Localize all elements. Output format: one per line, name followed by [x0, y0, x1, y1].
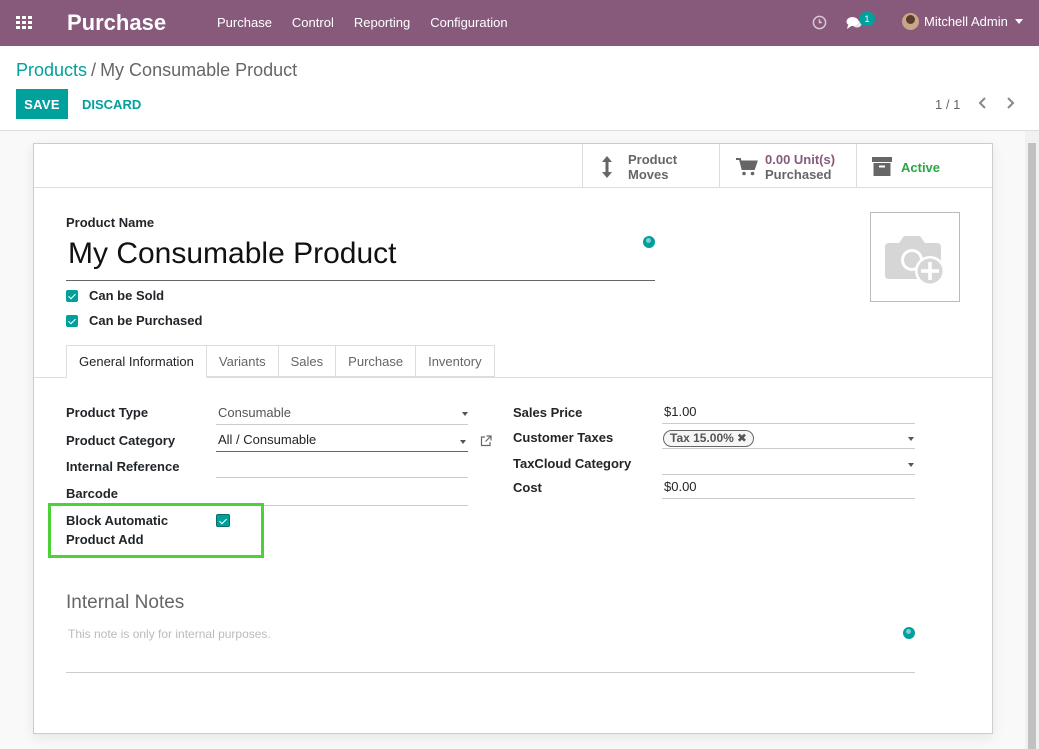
smart-button-box: Product Moves 0.00 Unit(s) Purchased Act…: [34, 144, 992, 188]
form-tabs: General Information Variants Sales Purch…: [66, 345, 495, 378]
app-title: Purchase: [67, 10, 167, 35]
top-navbar: Purchase Purchase Control Reporting Conf…: [0, 0, 1039, 46]
sales-price-label: Sales Price: [513, 405, 583, 420]
product-name-label: Product Name: [66, 215, 155, 230]
purchased-value: 0.00 Unit(s): [765, 152, 836, 167]
breadcrumb-separator: /: [91, 60, 97, 80]
active-status-label: Active: [901, 160, 941, 175]
main-menu: Purchase Control Reporting Configuration: [207, 0, 518, 46]
camera-add-icon: [885, 236, 945, 286]
user-name: Mitchell Admin: [924, 14, 1008, 29]
notes-translate-globe-icon[interactable]: [903, 627, 915, 639]
tax-tag-label: Tax 15.00%: [670, 431, 734, 445]
tab-sales[interactable]: Sales: [278, 345, 337, 377]
product-category-dropdown-icon[interactable]: [460, 440, 466, 444]
chevron-down-icon: [1014, 19, 1023, 24]
product-name-input[interactable]: My Consumable Product: [66, 233, 655, 281]
chevron-right-icon: [1007, 97, 1015, 109]
active-toggle-button[interactable]: Active: [856, 144, 992, 188]
discard-button[interactable]: DISCARD: [74, 89, 149, 119]
product-type-select[interactable]: Consumable: [216, 403, 468, 425]
internal-reference-input[interactable]: [216, 456, 468, 478]
customer-taxes-dropdown-icon[interactable]: [908, 437, 914, 441]
product-moves-line1: Product: [628, 152, 678, 167]
tab-general-information[interactable]: General Information: [66, 345, 207, 378]
breadcrumb-products-link[interactable]: Products: [16, 60, 87, 80]
messages-count-badge: 1: [859, 12, 875, 26]
can-be-purchased-checkbox[interactable]: [66, 315, 78, 327]
menu-configuration[interactable]: Configuration: [420, 0, 517, 46]
product-image-upload[interactable]: [870, 212, 960, 302]
internal-notes-input[interactable]: This note is only for internal purposes.: [68, 627, 271, 641]
cost-label: Cost: [513, 480, 542, 495]
archive-box-icon: [872, 157, 892, 176]
product-category-select[interactable]: All / Consumable: [216, 430, 468, 452]
internal-notes-underline: [66, 672, 915, 673]
customer-taxes-label: Customer Taxes: [513, 430, 614, 445]
taxcloud-category-label: TaxCloud Category: [513, 456, 632, 471]
product-moves-line2: Moves: [628, 167, 669, 182]
product-category-label: Product Category: [66, 433, 176, 448]
product-type-label: Product Type: [66, 405, 149, 420]
taxcloud-category-select[interactable]: [662, 453, 915, 475]
translate-globe-icon[interactable]: [643, 236, 655, 248]
can-be-sold-label[interactable]: Can be Sold: [89, 288, 164, 303]
chevron-left-icon: [978, 97, 986, 109]
purchased-button[interactable]: 0.00 Unit(s) Purchased: [719, 144, 856, 188]
control-panel: Products / My Consumable Product SAVE DISC…: [0, 46, 1039, 131]
internal-reference-label: Internal Reference: [66, 459, 180, 474]
activity-clock-icon[interactable]: [812, 15, 827, 30]
purchased-label: Purchased: [765, 167, 832, 182]
save-button[interactable]: SAVE: [16, 89, 68, 119]
product-moves-button[interactable]: Product Moves: [582, 144, 719, 188]
highlight-annotation: [48, 503, 264, 558]
external-link-icon[interactable]: [480, 435, 492, 447]
cost-input[interactable]: $0.00: [662, 477, 915, 499]
user-menu[interactable]: Mitchell Admin: [902, 13, 1023, 30]
apps-grid-icon[interactable]: [16, 16, 33, 30]
tab-purchase[interactable]: Purchase: [336, 345, 417, 377]
avatar: [902, 13, 919, 30]
shopping-cart-icon: [736, 158, 758, 176]
can-be-sold-checkbox[interactable]: [66, 290, 78, 302]
menu-reporting[interactable]: Reporting: [344, 0, 420, 46]
menu-control[interactable]: Control: [282, 0, 344, 46]
tab-variants[interactable]: Variants: [206, 345, 279, 377]
tab-inventory[interactable]: Inventory: [416, 345, 495, 377]
breadcrumb: Products / My Consumable Product: [16, 60, 297, 81]
pager-value: 1 / 1: [935, 97, 961, 112]
taxcloud-category-dropdown-icon[interactable]: [908, 463, 914, 467]
menu-purchase[interactable]: Purchase: [207, 0, 282, 46]
scrollbar-thumb[interactable]: [1028, 143, 1036, 749]
internal-notes-title: Internal Notes: [66, 592, 185, 613]
vertical-scrollbar[interactable]: [1025, 131, 1039, 749]
pager-previous-button[interactable]: [976, 96, 990, 110]
product-form-sheet: Product Moves 0.00 Unit(s) Purchased Act…: [33, 143, 993, 734]
tag-remove-icon[interactable]: ✖: [737, 431, 747, 445]
up-down-arrows-icon: [602, 156, 612, 178]
sales-price-input[interactable]: $1.00: [662, 402, 915, 424]
breadcrumb-current: My Consumable Product: [100, 60, 298, 80]
pager-next-button[interactable]: [1003, 96, 1017, 110]
barcode-label: Barcode: [66, 486, 119, 501]
can-be-purchased-label[interactable]: Can be Purchased: [89, 313, 202, 328]
product-type-dropdown-icon[interactable]: [462, 412, 468, 416]
tax-tag[interactable]: Tax 15.00% ✖: [663, 430, 754, 447]
